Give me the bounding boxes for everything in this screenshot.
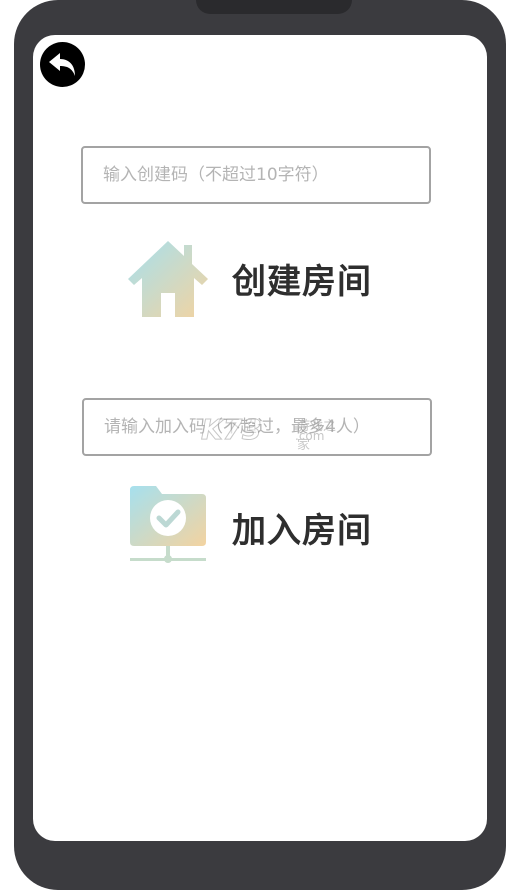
folder-check-icon (130, 486, 206, 563)
create-code-input[interactable] (81, 146, 431, 204)
back-arrow-icon (49, 53, 75, 76)
house-icon (128, 241, 208, 317)
create-room-label: 创建房间 (232, 261, 372, 302)
back-button[interactable] (40, 42, 85, 87)
create-room-button[interactable]: 创建房间 (126, 235, 372, 321)
join-code-input[interactable] (82, 398, 432, 456)
join-room-label: 加入房间 (232, 510, 372, 551)
app-screen: 创建房间 K73 游戏之家 .com 加入房间 (33, 35, 487, 841)
join-room-button[interactable]: 加入房间 (126, 484, 372, 570)
phone-notch (196, 0, 352, 14)
